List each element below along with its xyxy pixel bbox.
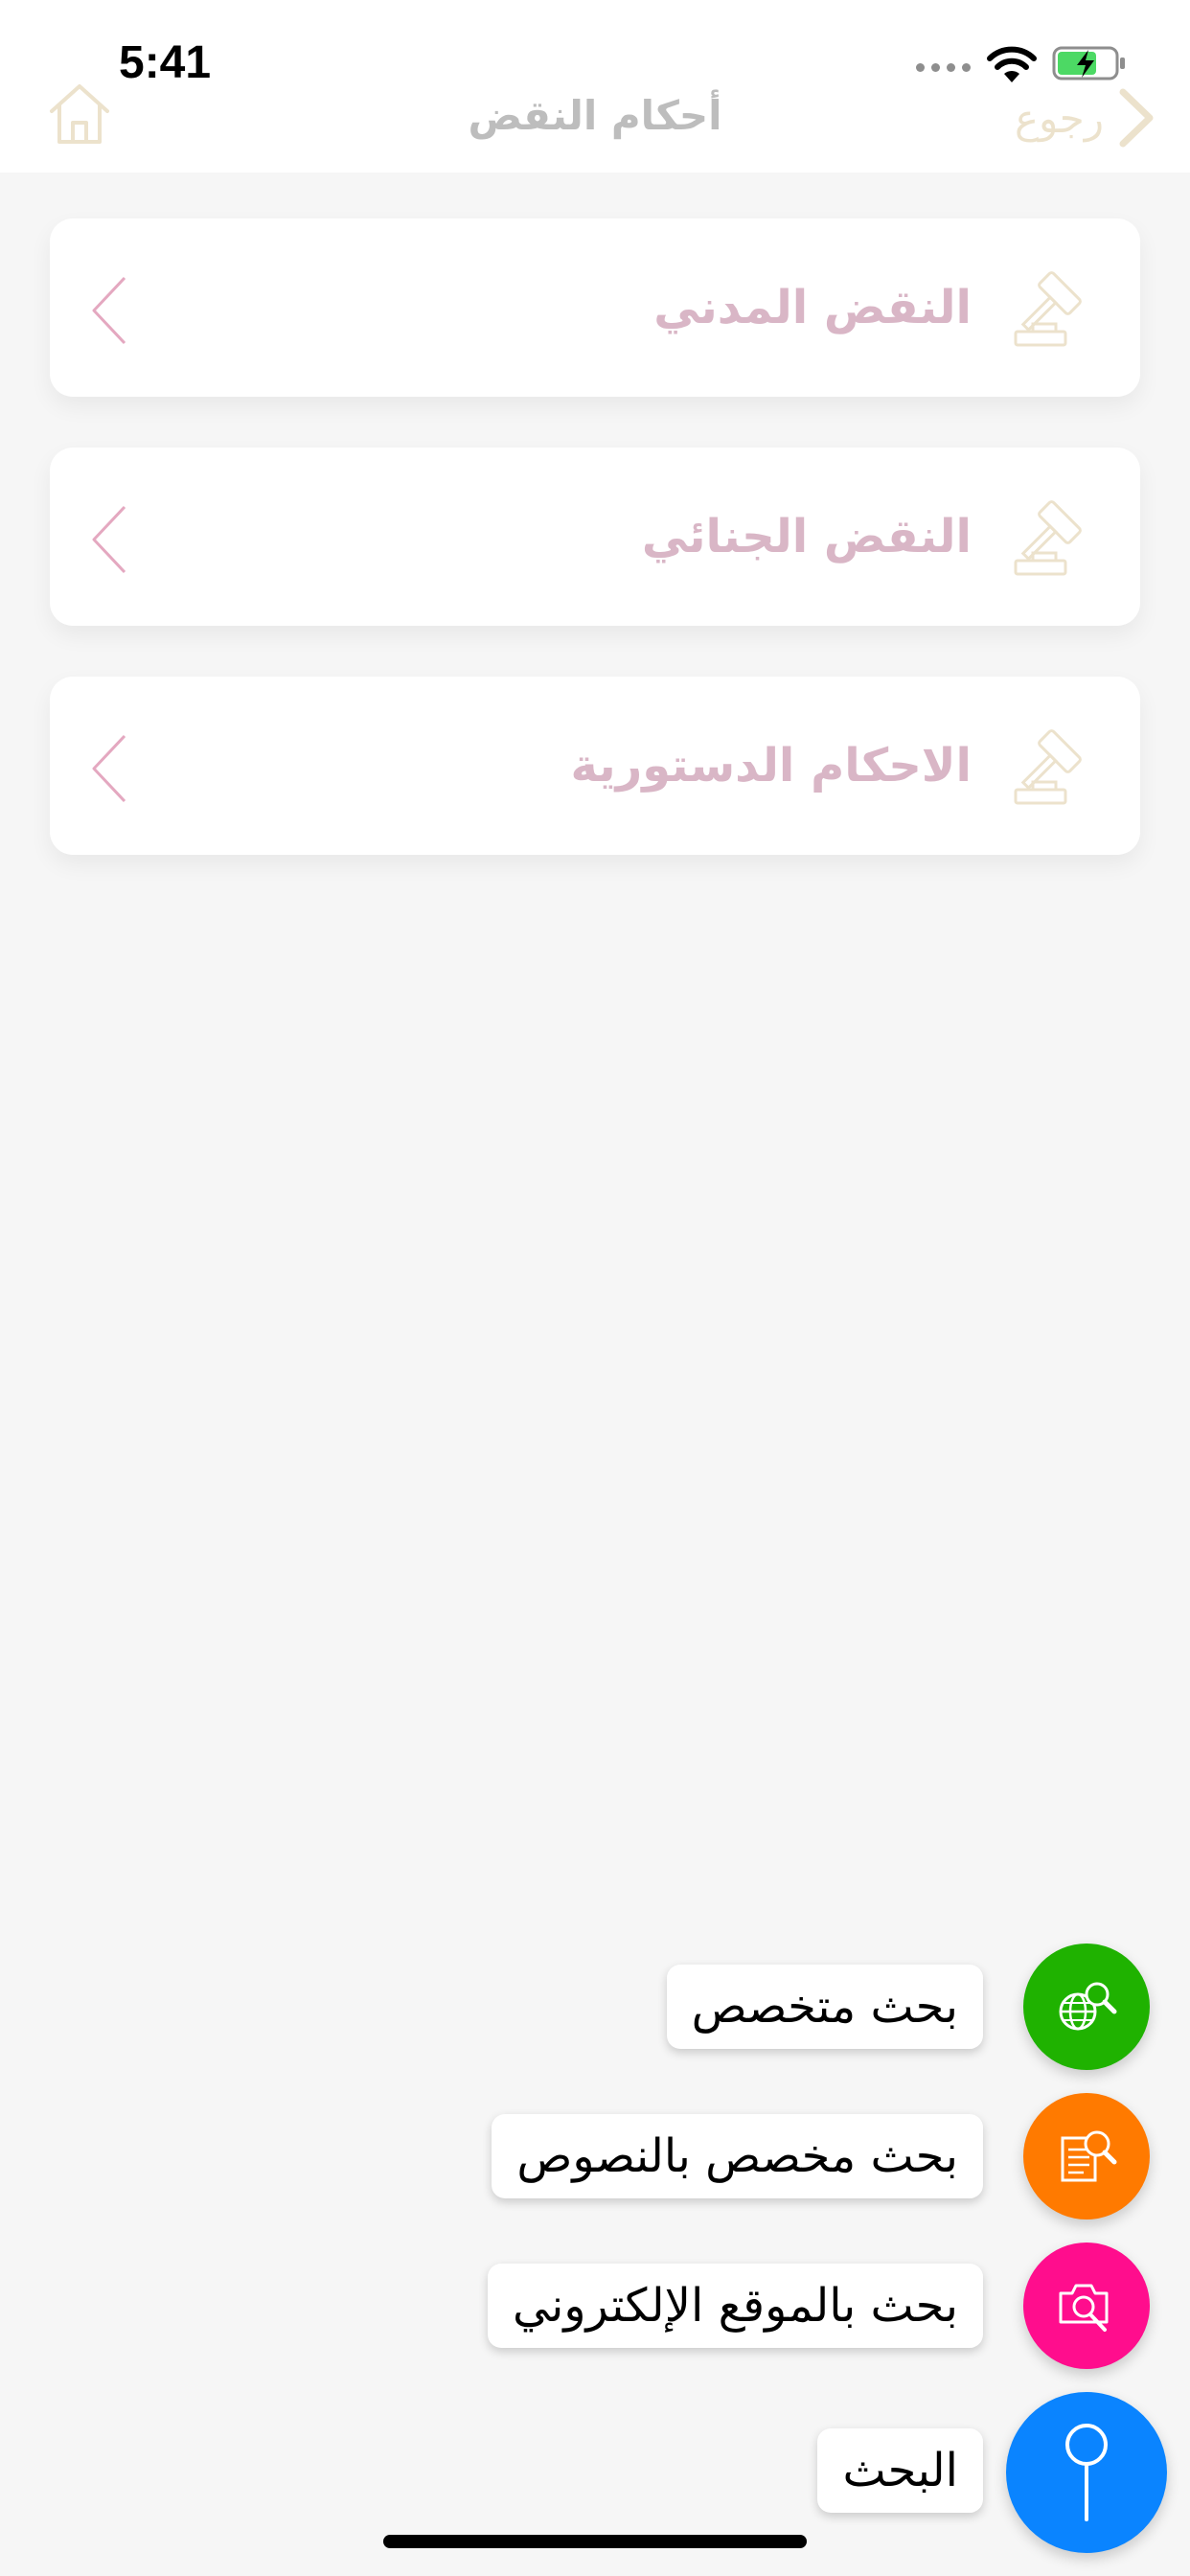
back-label: رجوع <box>1014 94 1104 142</box>
chevron-right-icon <box>1119 88 1154 148</box>
globe-search-icon <box>1059 1982 1117 2031</box>
document-search-icon <box>1061 2130 1117 2182</box>
site-search-label[interactable]: بحث بالموقع الإلكتروني <box>488 2264 983 2348</box>
search-icon <box>1065 2424 1108 2521</box>
camera-search-icon <box>1059 2284 1109 2332</box>
wifi-icon <box>987 46 1037 82</box>
home-indicator <box>383 2535 807 2548</box>
status-time: 5:41 <box>119 37 212 88</box>
battery-charging-icon <box>1052 46 1125 80</box>
search-label[interactable]: البحث <box>817 2428 983 2513</box>
page-title: أحكام النقض <box>468 92 722 139</box>
cellular-signal-icon <box>916 63 971 72</box>
chevron-left-icon <box>92 734 126 803</box>
menu-item-label: النقض المدني <box>653 281 972 334</box>
status-bar: 5:41 <box>0 0 1190 92</box>
back-button[interactable]: رجوع <box>1015 84 1156 151</box>
screen: 5:41 أحكام النقض رجوع النقض المدني النقض… <box>0 0 1190 2576</box>
text-search-label[interactable]: بحث مخصص بالنصوص <box>492 2114 983 2198</box>
menu-item-civil-cassation[interactable]: النقض المدني <box>50 218 1140 397</box>
site-search-button[interactable] <box>1023 2242 1150 2369</box>
menu-item-criminal-cassation[interactable]: النقض الجنائي <box>50 448 1140 626</box>
chevron-left-icon <box>92 276 126 345</box>
gavel-icon <box>1014 729 1082 805</box>
menu-item-constitutional-rulings[interactable]: الاحكام الدستورية <box>50 677 1140 855</box>
specialized-search-button[interactable] <box>1023 1944 1150 2070</box>
text-search-button[interactable] <box>1023 2093 1150 2220</box>
menu-item-label: الاحكام الدستورية <box>570 739 972 793</box>
gavel-icon <box>1014 271 1082 347</box>
search-button[interactable] <box>1006 2392 1167 2553</box>
chevron-left-icon <box>92 505 126 574</box>
specialized-search-label[interactable]: بحث متخصص <box>666 1965 983 2049</box>
gavel-icon <box>1014 500 1082 576</box>
menu-item-label: النقض الجنائي <box>641 510 972 564</box>
